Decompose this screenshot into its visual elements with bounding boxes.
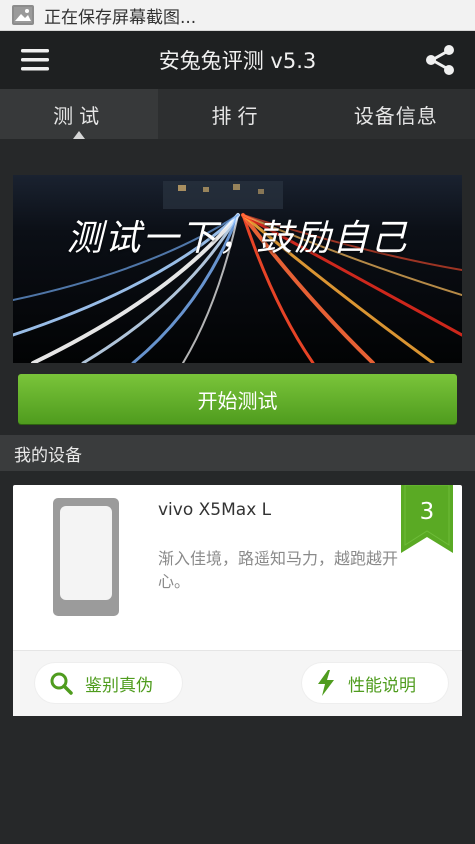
share-button[interactable] xyxy=(405,31,475,89)
banner-image xyxy=(13,175,462,363)
verify-label: 鉴别真伪 xyxy=(85,675,153,696)
rank-number: 3 xyxy=(419,499,435,525)
start-test-button[interactable]: 开始测试 xyxy=(18,374,457,424)
share-icon xyxy=(426,45,454,75)
image-icon xyxy=(12,5,34,25)
tab-ranking[interactable]: 排行 xyxy=(158,89,316,139)
section-header-my-device: 我的设备 xyxy=(0,435,475,471)
phone-screen xyxy=(60,506,112,600)
device-description: 渐入佳境，路遥知马力，越跑越开心。 xyxy=(158,549,399,591)
banner: 测试一下，鼓励自己 xyxy=(13,175,462,363)
banner-text: 测试一下，鼓励自己 xyxy=(66,218,409,259)
section-title: 我的设备 xyxy=(14,445,82,466)
menu-button[interactable] xyxy=(0,31,70,89)
device-model: vivo X5Max L xyxy=(158,500,272,520)
tab-device-info-label: 设备信息 xyxy=(353,103,438,128)
active-tab-indicator xyxy=(73,131,86,139)
card-footer: 鉴别真伪 性能说明 xyxy=(13,651,462,716)
performance-button[interactable]: 性能说明 xyxy=(302,663,448,703)
app-title: 安兔兔评测 v5.3 xyxy=(158,49,317,73)
status-bar: 正在保存屏幕截图... xyxy=(0,0,475,31)
lightning-icon xyxy=(316,670,336,696)
status-text: 正在保存屏幕截图... xyxy=(44,7,197,28)
phone-icon xyxy=(53,498,119,616)
tab-device-info[interactable]: 设备信息 xyxy=(317,89,475,139)
tab-test[interactable]: 测试 xyxy=(0,89,159,139)
search-icon xyxy=(49,671,73,695)
verify-button[interactable]: 鉴别真伪 xyxy=(35,663,182,703)
menu-icon xyxy=(21,49,49,71)
tab-test-label: 测试 xyxy=(53,103,106,128)
tab-bar: 测试 排行 设备信息 xyxy=(0,89,475,139)
device-card[interactable]: vivo X5Max L 渐入佳境，路遥知马力，越跑越开心。 3 鉴别真伪 性能… xyxy=(13,484,462,716)
tab-ranking-label: 排行 xyxy=(211,103,264,128)
rank-ribbon: 3 xyxy=(401,484,453,553)
app-bar: 安兔兔评测 v5.3 xyxy=(0,31,475,89)
performance-label: 性能说明 xyxy=(348,675,416,696)
